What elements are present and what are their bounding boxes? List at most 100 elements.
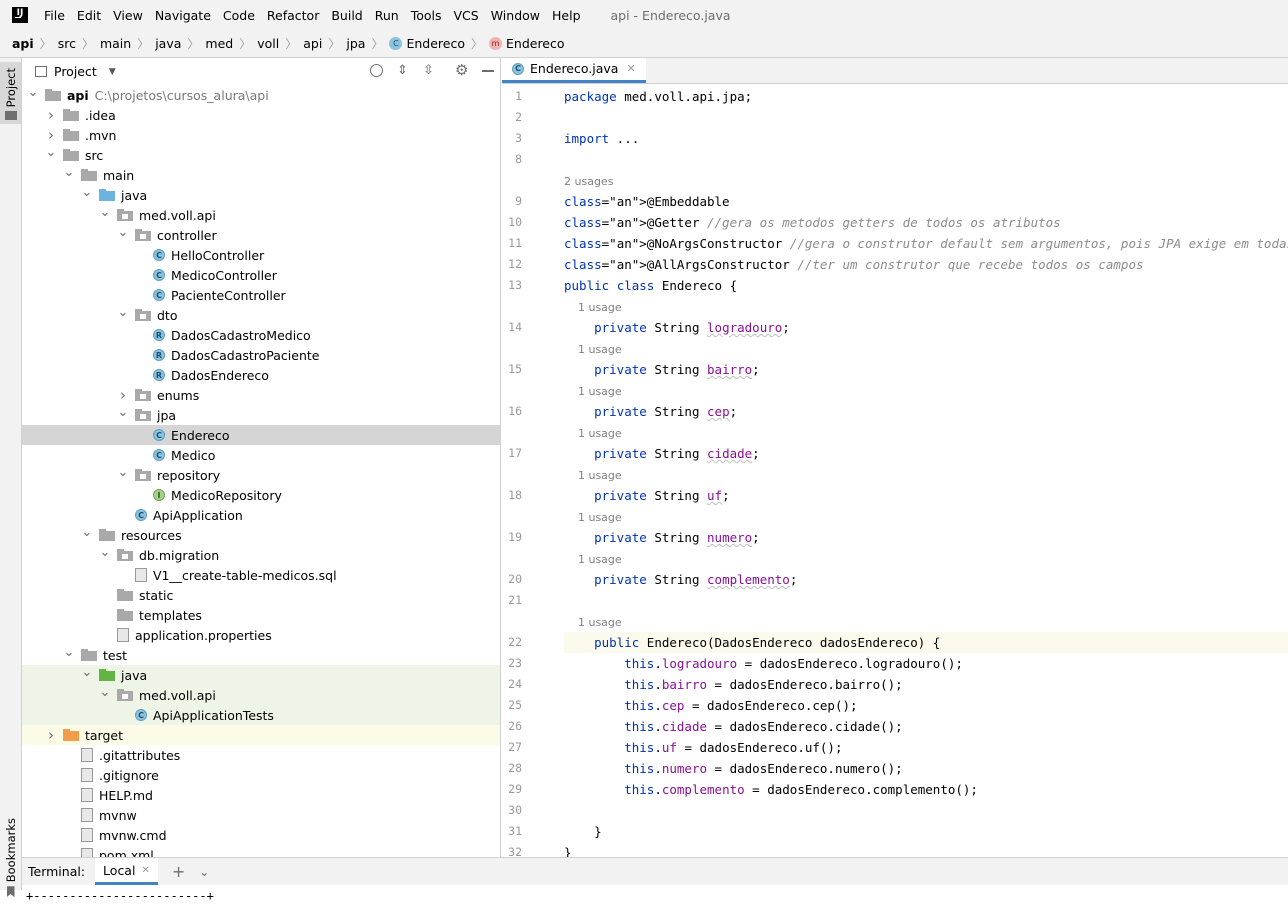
breadcrumb-item[interactable]: main [100,36,131,51]
chevron-down-icon[interactable]: ⌄ [63,645,75,660]
chevron-down-icon[interactable]: ⌄ [63,165,75,180]
project-view-selector[interactable]: Project [54,64,97,79]
tree-item[interactable]: ⌄ med.voll.api [22,685,500,705]
code-line[interactable]: this.complemento = dadosEndereco.complem… [564,779,1288,800]
tree-item[interactable]: C HelloController [22,245,500,265]
tree-item[interactable]: R DadosCadastroMedico [22,325,500,345]
tree-item[interactable]: I MedicoRepository [22,485,500,505]
breadcrumb-item[interactable]: jpa [346,36,365,51]
tree-item[interactable]: › .idea [22,105,500,125]
code-line[interactable]: public class Endereco { [564,275,1288,296]
expand-all-icon[interactable]: ⇕ [397,63,408,78]
bookmarks-tool-button[interactable]: Bookmarks [0,818,21,898]
breadcrumb-item[interactable]: api [303,36,322,51]
tree-item[interactable]: ⌄ java [22,665,500,685]
code-line[interactable]: this.logradouro = dadosEndereco.logradou… [564,653,1288,674]
tree-item[interactable]: › target [22,725,500,745]
usage-hint[interactable]: 1 usage [564,469,622,482]
menu-vcs[interactable]: VCS [454,8,479,23]
breadcrumb-item[interactable]: voll [257,36,279,51]
chevron-right-icon[interactable]: › [45,126,57,144]
breadcrumb-item[interactable]: C Endereco [389,36,465,51]
tree-item[interactable]: C Medico [22,445,500,465]
chevron-right-icon[interactable]: › [45,106,57,124]
tree-item[interactable]: C ApiApplicationTests [22,705,500,725]
tree-item[interactable]: C ApiApplication [22,505,500,525]
collapse-all-icon[interactable]: ⇳ [423,63,434,78]
chevron-down-icon[interactable]: ⌄ [117,465,129,480]
tree-item[interactable]: pom.xml [22,845,500,857]
breadcrumb-item[interactable]: src [58,36,76,51]
tree-item[interactable]: mvnw.cmd [22,825,500,845]
code-line[interactable]: } [564,821,1288,842]
chevron-down-icon[interactable]: ⌄ [117,405,129,420]
code-line[interactable]: private String logradouro; [564,317,1288,338]
breadcrumb-item[interactable]: api [12,36,34,51]
project-tool-button[interactable]: Project [0,62,21,124]
tree-item[interactable]: V1__create-table-medicos.sql [22,565,500,585]
tab-terminal-local[interactable]: Local ✕ [95,858,158,885]
tree-item[interactable]: .gitattributes [22,745,500,765]
chevron-down-icon[interactable]: ⌄ [199,865,209,879]
tab-endereco-java[interactable]: C Endereco.java ✕ [502,58,646,83]
tree-item[interactable]: ⌄ main [22,165,500,185]
code-line[interactable] [564,149,1288,170]
usage-hint[interactable]: 1 usage [564,511,622,524]
code-line[interactable]: private String cidade; [564,443,1288,464]
code-line[interactable]: private String numero; [564,527,1288,548]
tree-item[interactable]: ⌄ controller [22,225,500,245]
menu-edit[interactable]: Edit [77,8,101,23]
code-line[interactable]: package med.voll.api.jpa; [564,86,1288,107]
breadcrumb-item[interactable]: med [205,36,233,51]
gear-icon[interactable]: ⚙ [455,61,468,79]
code-line[interactable]: import ... [564,128,1288,149]
menu-refactor[interactable]: Refactor [267,8,319,23]
tree-item[interactable]: R DadosCadastroPaciente [22,345,500,365]
locate-icon[interactable] [370,64,383,77]
code-line[interactable] [564,800,1288,821]
usage-hint[interactable]: 1 usage [564,553,622,566]
chevron-down-icon[interactable]: ⌄ [99,545,111,560]
chevron-down-icon[interactable]: ⌄ [117,225,129,240]
chevron-down-icon[interactable]: ⌄ [81,185,93,200]
close-icon[interactable]: ✕ [141,865,149,876]
code-line[interactable]: private String cep; [564,401,1288,422]
code-line[interactable]: this.cidade = dadosEndereco.cidade(); [564,716,1288,737]
plus-icon[interactable]: + [172,862,185,881]
breadcrumb-item[interactable]: java [155,36,181,51]
code-line[interactable]: private String bairro; [564,359,1288,380]
tree-item[interactable]: ⌄ api C:\projetos\cursos_alura\api [22,85,500,105]
usage-hint[interactable]: 1 usage [564,427,622,440]
chevron-down-icon[interactable]: ⌄ [27,85,39,100]
menu-tools[interactable]: Tools [411,8,442,23]
code-line[interactable]: private String complemento; [564,569,1288,590]
usage-hint[interactable]: 2 usages [564,175,613,188]
tree-item[interactable]: ⌄ db.migration [22,545,500,565]
tree-item[interactable]: ⌄ test [22,645,500,665]
tree-item[interactable]: ⌄ med.voll.api [22,205,500,225]
code-line[interactable]: public Endereco(DadosEndereco dadosEnder… [564,632,1288,653]
tree-item[interactable]: .gitignore [22,765,500,785]
tree-item[interactable]: mvnw [22,805,500,825]
code-line[interactable]: this.uf = dadosEndereco.uf(); [564,737,1288,758]
code-line[interactable]: class="an">@AllArgsConstructor //ter um … [564,254,1288,275]
tree-item[interactable]: ⌄ java [22,185,500,205]
tree-item[interactable]: HELP.md [22,785,500,805]
intellij-logo-icon[interactable]: IJ [12,7,28,23]
code-line[interactable]: } [564,842,1288,857]
usage-hint[interactable]: 1 usage [564,343,622,356]
tree-item[interactable]: ⌄ jpa [22,405,500,425]
tree-item[interactable]: C Endereco [22,425,500,445]
tree-item[interactable]: R DadosEndereco [22,365,500,385]
menu-navigate[interactable]: Navigate [155,8,211,23]
chevron-right-icon[interactable]: › [45,726,57,744]
menu-code[interactable]: Code [223,8,255,23]
tree-item[interactable]: static [22,585,500,605]
chevron-down-icon[interactable]: ⌄ [81,525,93,540]
tree-item[interactable]: templates [22,605,500,625]
chevron-right-icon[interactable]: › [117,386,129,404]
code-line[interactable]: class="an">@Getter //gera os metodos get… [564,212,1288,233]
menu-run[interactable]: Run [375,8,399,23]
tree-item[interactable]: › enums [22,385,500,405]
usage-hint[interactable]: 1 usage [564,385,622,398]
